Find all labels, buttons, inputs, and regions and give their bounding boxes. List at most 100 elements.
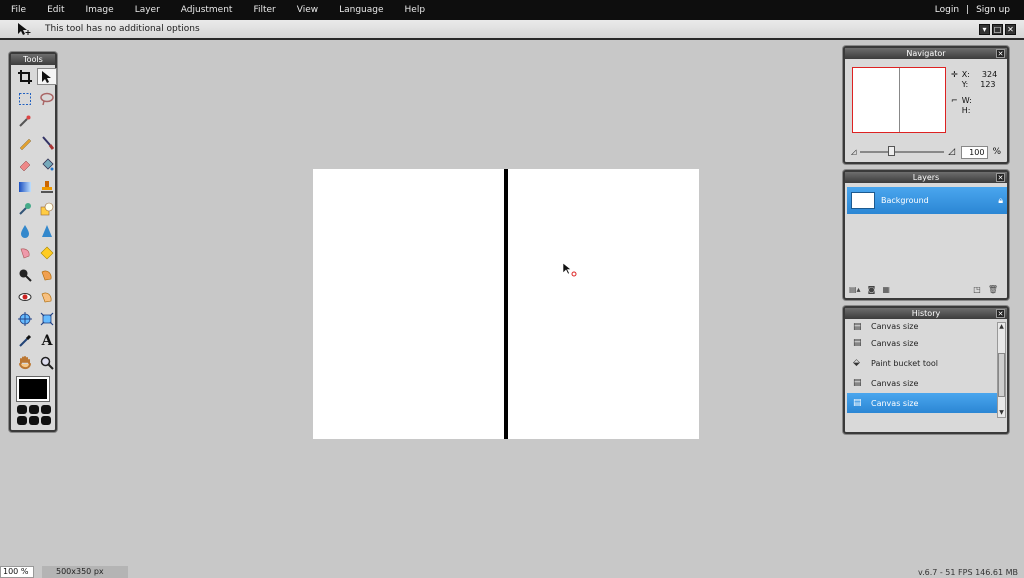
menu-edit[interactable]: Edit (36, 0, 74, 20)
trash-icon[interactable]: 🗑︎ (988, 285, 998, 294)
move-tool-icon[interactable] (37, 68, 57, 85)
sharpen-tool-icon[interactable] (37, 222, 57, 239)
zoom-input[interactable]: 100 (961, 145, 989, 159)
smudge-tool-icon[interactable] (15, 244, 35, 261)
layer-settings-icon[interactable]: ▤▴ (849, 285, 861, 294)
swatch-1[interactable] (17, 405, 27, 414)
history-item-selected[interactable]: ▤ Canvas size (847, 393, 997, 413)
type-tool-icon[interactable]: A (37, 332, 57, 349)
history-item[interactable]: ▤ Canvas size (847, 373, 997, 393)
login-link[interactable]: Login (935, 5, 959, 15)
color-picker-icon[interactable] (15, 332, 35, 349)
menu-adjustment[interactable]: Adjustment (170, 0, 243, 20)
zoom-slider[interactable] (860, 146, 945, 156)
layer-style-icon[interactable]: ▦ (882, 285, 890, 294)
history-title: History ✕ (845, 308, 1007, 319)
image-canvas[interactable] (313, 169, 699, 439)
pinch-tool-icon[interactable] (37, 310, 57, 327)
history-list: ▤ Canvas size ▤ Canvas size ⬙ Paint buck… (847, 321, 997, 413)
pencil-tool-icon[interactable] (15, 134, 35, 151)
close-icon[interactable]: ✕ (996, 173, 1005, 182)
move-cursor-icon (562, 262, 578, 281)
history-item-label: Canvas size (871, 322, 919, 331)
menu-file[interactable]: File (0, 0, 36, 20)
size-icon: ⌐ (951, 96, 958, 105)
close-icon[interactable]: ✕ (996, 309, 1005, 318)
status-zoom[interactable]: 100 % (0, 566, 34, 578)
burn-tool-icon[interactable] (37, 266, 57, 283)
red-eye-tool-icon[interactable] (15, 288, 35, 305)
zoom-in-icon[interactable]: ◿ (948, 147, 955, 157)
blur-tool-icon[interactable] (15, 222, 35, 239)
history-item-label: Canvas size (871, 338, 919, 348)
spot-heal-tool-icon[interactable] (37, 288, 57, 305)
swatch-2[interactable] (29, 405, 39, 414)
swatch-5[interactable] (29, 416, 39, 425)
menu-image[interactable]: Image (75, 0, 124, 20)
signup-link[interactable]: Sign up (976, 5, 1010, 15)
navigator-panel: Navigator ✕ ✛X:324 ✛Y:123 ⌐W: ⌐H: ◿ ◿ 10… (843, 46, 1009, 164)
x-value: 324 (981, 70, 998, 79)
foreground-color-swatch[interactable] (17, 377, 49, 401)
magic-wand-icon[interactable] (15, 112, 35, 129)
hand-tool-icon[interactable] (15, 354, 35, 371)
history-item-label: Canvas size (871, 398, 919, 408)
canvas-size-icon: ▤ (853, 378, 862, 388)
swatch-4[interactable] (17, 416, 27, 425)
maximize-icon[interactable]: □ (992, 23, 1003, 35)
history-item-label: Paint bucket tool (871, 358, 938, 368)
history-scrollbar[interactable]: ▲ ▼ (997, 322, 1006, 418)
brush-tool-icon[interactable] (37, 134, 57, 151)
clone-stamp-icon[interactable] (37, 178, 57, 195)
h-label: H: (961, 106, 971, 115)
color-replace-icon[interactable] (15, 200, 35, 217)
swatch-6[interactable] (41, 416, 51, 425)
layers-title-text: Layers (912, 173, 940, 182)
navigator-title: Navigator ✕ (845, 48, 1007, 59)
tools-panel: Tools A (9, 52, 57, 432)
menu-filter[interactable]: Filter (242, 0, 285, 20)
sponge-tool-icon[interactable] (37, 244, 57, 261)
w-label: W: (961, 96, 972, 105)
navigator-info: ✛X:324 ✛Y:123 ⌐W: ⌐H: (951, 70, 997, 116)
thumbnail-line (899, 68, 900, 132)
minimize-icon[interactable]: ▾ (979, 23, 990, 35)
scroll-up-icon[interactable]: ▲ (998, 323, 1005, 331)
close-icon[interactable]: ✕ (1005, 23, 1016, 35)
paint-bucket-tool-icon[interactable] (37, 156, 57, 173)
eraser-tool-icon[interactable] (15, 156, 35, 173)
zoom-out-icon[interactable]: ◿ (851, 148, 856, 156)
drawing-tool-icon[interactable] (37, 200, 57, 217)
menu-bar: File Edit Image Layer Adjustment Filter … (0, 0, 1024, 20)
bloat-tool-icon[interactable] (15, 310, 35, 327)
history-item[interactable]: ▤ Canvas size (847, 320, 997, 333)
version-info: v.6.7 - 51 FPS 146.61 MB (917, 567, 1018, 577)
options-message: This tool has no additional options (45, 24, 200, 34)
menu-help[interactable]: Help (394, 0, 436, 20)
crop-tool-icon[interactable] (15, 68, 35, 85)
zoom-slider-handle[interactable] (888, 146, 896, 156)
scroll-down-icon[interactable]: ▼ (998, 409, 1005, 417)
close-icon[interactable]: ✕ (996, 49, 1005, 58)
paint-bucket-icon: ⬙ (853, 358, 860, 368)
dodge-tool-icon[interactable] (15, 266, 35, 283)
navigator-title-text: Navigator (906, 49, 946, 58)
new-layer-icon[interactable]: ◳ (973, 285, 981, 294)
history-item-label: Canvas size (871, 378, 919, 388)
menu-language[interactable]: Language (328, 0, 393, 20)
canvas-size-icon: ▤ (853, 321, 862, 332)
navigator-thumbnail[interactable] (852, 67, 946, 133)
history-item[interactable]: ⬙ Paint bucket tool (847, 353, 997, 373)
marquee-tool-icon[interactable] (15, 90, 35, 107)
menu-layer[interactable]: Layer (124, 0, 170, 20)
swatch-3[interactable] (41, 405, 51, 414)
gradient-tool-icon[interactable] (15, 178, 35, 195)
layer-mask-icon[interactable]: ◙ (868, 285, 876, 294)
scrollbar-thumb[interactable] (998, 353, 1005, 397)
zoom-tool-icon[interactable] (37, 354, 57, 371)
window-controls: ▾ □ ✕ (979, 23, 1024, 35)
lasso-tool-icon[interactable] (37, 90, 57, 107)
layer-row-background[interactable]: Background 🔒︎ (847, 187, 1007, 214)
history-item[interactable]: ▤ Canvas size (847, 333, 997, 353)
menu-view[interactable]: View (286, 0, 328, 20)
